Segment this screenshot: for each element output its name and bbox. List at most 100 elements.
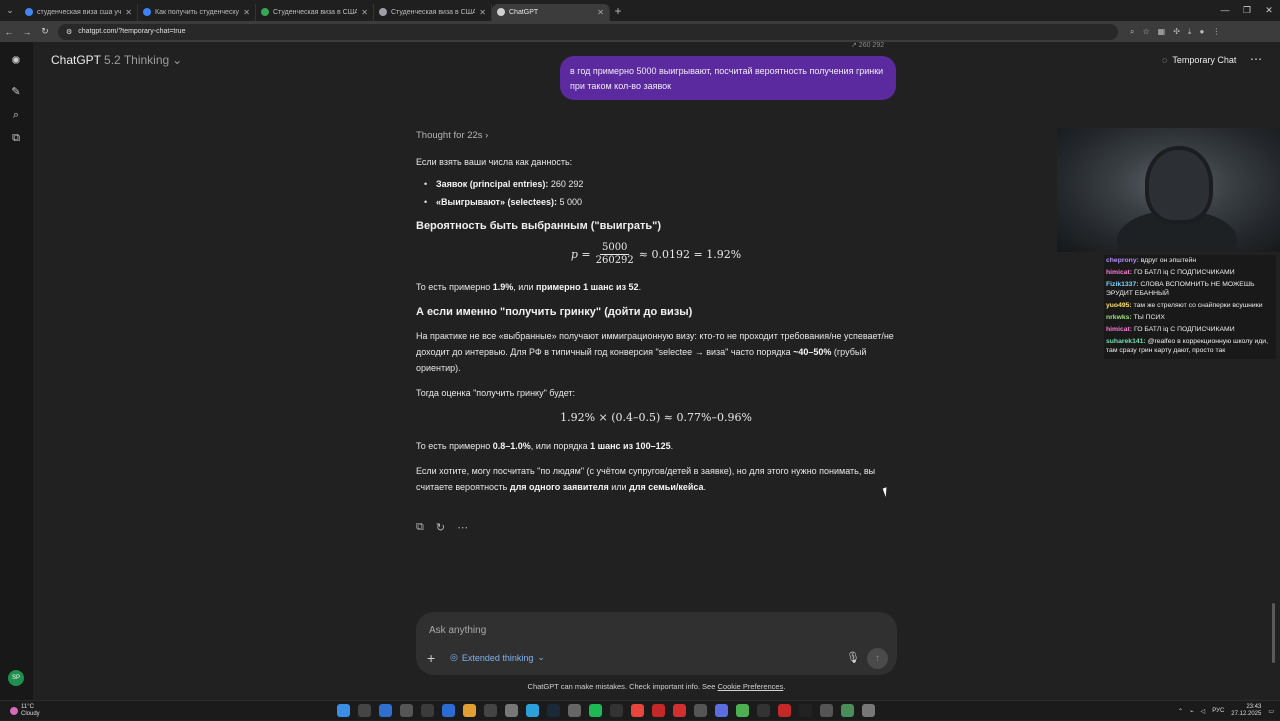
send-button[interactable]: ↑ bbox=[867, 648, 888, 669]
app-icon[interactable] bbox=[799, 704, 812, 717]
app-icon[interactable] bbox=[820, 704, 833, 717]
cookie-preferences-link[interactable]: Cookie Preferences bbox=[717, 682, 783, 691]
browser-tab-active[interactable]: ChatGPT ✕ bbox=[492, 3, 610, 21]
close-window-icon[interactable]: ✕ bbox=[1258, 0, 1280, 21]
new-chat-icon[interactable]: ✎ bbox=[9, 85, 23, 99]
close-tab-icon[interactable]: ✕ bbox=[597, 8, 604, 17]
app-icon[interactable] bbox=[421, 704, 434, 717]
prompt-input[interactable] bbox=[429, 622, 849, 638]
new-tab-button[interactable]: + bbox=[610, 4, 626, 18]
discord-icon[interactable] bbox=[715, 704, 728, 717]
app-icon[interactable] bbox=[379, 704, 392, 717]
stream-chat: cheprony: вдруг он эпштейн himicat: ГО Б… bbox=[1104, 255, 1276, 359]
more-actions-icon[interactable]: ⋯ bbox=[457, 521, 468, 534]
app-icon[interactable] bbox=[757, 704, 770, 717]
temporary-chat-button[interactable]: ◌ Temporary Chat bbox=[1162, 55, 1236, 65]
app-icon[interactable] bbox=[673, 704, 686, 717]
browser-toolbar: ⌕ ☆ ▦ ✣ ⤓ ● ⋮ bbox=[1130, 27, 1220, 37]
scrollbar[interactable] bbox=[1272, 603, 1275, 663]
app-icon[interactable] bbox=[736, 704, 749, 717]
weather-icon bbox=[10, 707, 18, 715]
forward-icon[interactable]: → bbox=[18, 27, 36, 37]
tab-favicon-icon bbox=[143, 8, 151, 16]
app-icon[interactable] bbox=[778, 704, 791, 717]
greencard-formula: 1.92% × (0.4–0.5) ≈ 0.77%–0.96% bbox=[560, 411, 752, 424]
copy-icon[interactable]: ⧉ bbox=[416, 521, 424, 534]
close-tab-icon[interactable]: ✕ bbox=[243, 8, 250, 17]
extensions-puzzle-icon[interactable]: ✣ bbox=[1173, 27, 1180, 37]
app-icon[interactable] bbox=[652, 704, 665, 717]
site-info-icon[interactable]: ⚙ bbox=[66, 28, 72, 36]
reload-icon[interactable]: ↻ bbox=[36, 26, 54, 37]
back-icon[interactable]: ← bbox=[0, 27, 18, 37]
previous-message-fragment: ↗ 260 292 bbox=[851, 42, 885, 49]
spotify-icon[interactable] bbox=[589, 704, 602, 717]
browser-tab[interactable]: Студенческая виза в США - ка✕ bbox=[256, 3, 374, 21]
telegram-icon[interactable] bbox=[526, 704, 539, 717]
model-selector[interactable]: ChatGPT 5.2 Thinking ⌄ bbox=[51, 53, 182, 67]
notifications-icon[interactable]: ▭ bbox=[1268, 708, 1274, 715]
windows-taskbar: 11°C Cloudy ⌃ ⌁ ◁ РУС 23:43 27.12.2025 ▭ bbox=[0, 700, 1280, 720]
app-icon[interactable] bbox=[694, 704, 707, 717]
app-icon[interactable] bbox=[400, 704, 413, 717]
chat-message: cheprony: вдруг он эпштейн bbox=[1106, 257, 1197, 264]
file-explorer-icon[interactable] bbox=[463, 704, 476, 717]
search-icon[interactable] bbox=[358, 704, 371, 717]
more-options-icon[interactable]: ⋯ bbox=[1250, 52, 1262, 66]
close-tab-icon[interactable]: ✕ bbox=[361, 8, 368, 17]
app-icon[interactable] bbox=[484, 704, 497, 717]
url-input[interactable]: ⚙ chatgpt.com/?temporary-chat=true bbox=[58, 23, 1118, 40]
assistant-message: Thought for 22s › Если взять ваши числа … bbox=[416, 128, 896, 504]
clock[interactable]: 23:43 27.12.2025 bbox=[1231, 704, 1261, 718]
thought-toggle[interactable]: Thought for 22s › bbox=[416, 128, 896, 144]
extended-thinking-toggle[interactable]: ◎ Extended thinking ⌄ bbox=[450, 652, 545, 663]
microphone-icon[interactable]: 🎙 bbox=[846, 651, 860, 664]
bookmark-star-icon[interactable]: ☆ bbox=[1142, 27, 1149, 37]
browser-tab[interactable]: Студенческая виза в США: сле✕ bbox=[374, 3, 492, 21]
language-indicator[interactable]: РУС bbox=[1212, 708, 1224, 714]
close-tab-icon[interactable]: ✕ bbox=[125, 8, 132, 17]
tab-search-icon[interactable]: ⌄ bbox=[0, 0, 20, 21]
extension-icon[interactable]: ▦ bbox=[1158, 27, 1166, 37]
browser-tab[interactable]: студенческая виза сша учится✕ bbox=[20, 3, 138, 21]
steam-icon[interactable] bbox=[547, 704, 560, 717]
chat-message: suharek141: @realfeo в коррекционную шко… bbox=[1106, 338, 1268, 354]
app-icon[interactable] bbox=[505, 704, 518, 717]
library-icon[interactable]: ⧉ bbox=[9, 131, 23, 145]
chevron-down-icon: ⌄ bbox=[172, 53, 183, 67]
network-icon[interactable]: ⌁ bbox=[1190, 708, 1194, 715]
search-icon[interactable]: ⌕ bbox=[9, 108, 23, 122]
app-icon[interactable] bbox=[568, 704, 581, 717]
volume-icon[interactable]: ◁ bbox=[1201, 708, 1206, 715]
minimize-icon[interactable]: — bbox=[1214, 0, 1236, 21]
regenerate-icon[interactable]: ↻ bbox=[436, 521, 445, 534]
app-icon[interactable] bbox=[862, 704, 875, 717]
chrome-icon[interactable] bbox=[631, 704, 644, 717]
weather-widget[interactable]: 11°C Cloudy bbox=[10, 701, 40, 721]
openai-logo-icon[interactable]: ✺ bbox=[9, 54, 23, 68]
zoom-icon[interactable]: ⌕ bbox=[1130, 27, 1134, 37]
maximize-icon[interactable]: ❐ bbox=[1236, 0, 1258, 21]
disclaimer: ChatGPT can make mistakes. Check importa… bbox=[527, 682, 786, 691]
start-icon[interactable] bbox=[337, 704, 350, 717]
webcam-overlay bbox=[1057, 128, 1280, 252]
user-message: в год примерно 5000 выигрывают, посчитай… bbox=[560, 56, 896, 100]
browser-tab[interactable]: Как получить студенческую в✕ bbox=[138, 3, 256, 21]
avatar[interactable]: SP bbox=[8, 670, 24, 686]
browser-menu-icon[interactable]: ⋮ bbox=[1212, 27, 1220, 37]
app-icon[interactable] bbox=[841, 704, 854, 717]
profile-icon[interactable]: ● bbox=[1199, 27, 1204, 37]
app-icon[interactable] bbox=[610, 704, 623, 717]
close-tab-icon[interactable]: ✕ bbox=[479, 8, 486, 17]
browser-tab-bar: ⌄ студенческая виза сша учится✕ Как полу… bbox=[0, 0, 1280, 21]
add-attachment-icon[interactable]: + bbox=[427, 650, 435, 666]
thinking-icon: ◎ bbox=[450, 652, 458, 662]
chat-message: Fizik1337: СЛОВА ВСПОМНИТЬ НЕ МОЖЕШЬ ЭРУ… bbox=[1106, 281, 1255, 297]
section-heading: Вероятность быть выбранным ("выиграть") bbox=[416, 220, 662, 232]
composer: + ◎ Extended thinking ⌄ 🎙 ↑ bbox=[416, 612, 897, 675]
app-icon[interactable] bbox=[442, 704, 455, 717]
tray-chevron-icon[interactable]: ⌃ bbox=[1178, 708, 1183, 715]
download-icon[interactable]: ⤓ bbox=[1188, 27, 1192, 37]
temporary-chat-icon: ◌ bbox=[1162, 55, 1168, 65]
address-bar-row: ← → ↻ ⚙ chatgpt.com/?temporary-chat=true… bbox=[0, 21, 1280, 42]
